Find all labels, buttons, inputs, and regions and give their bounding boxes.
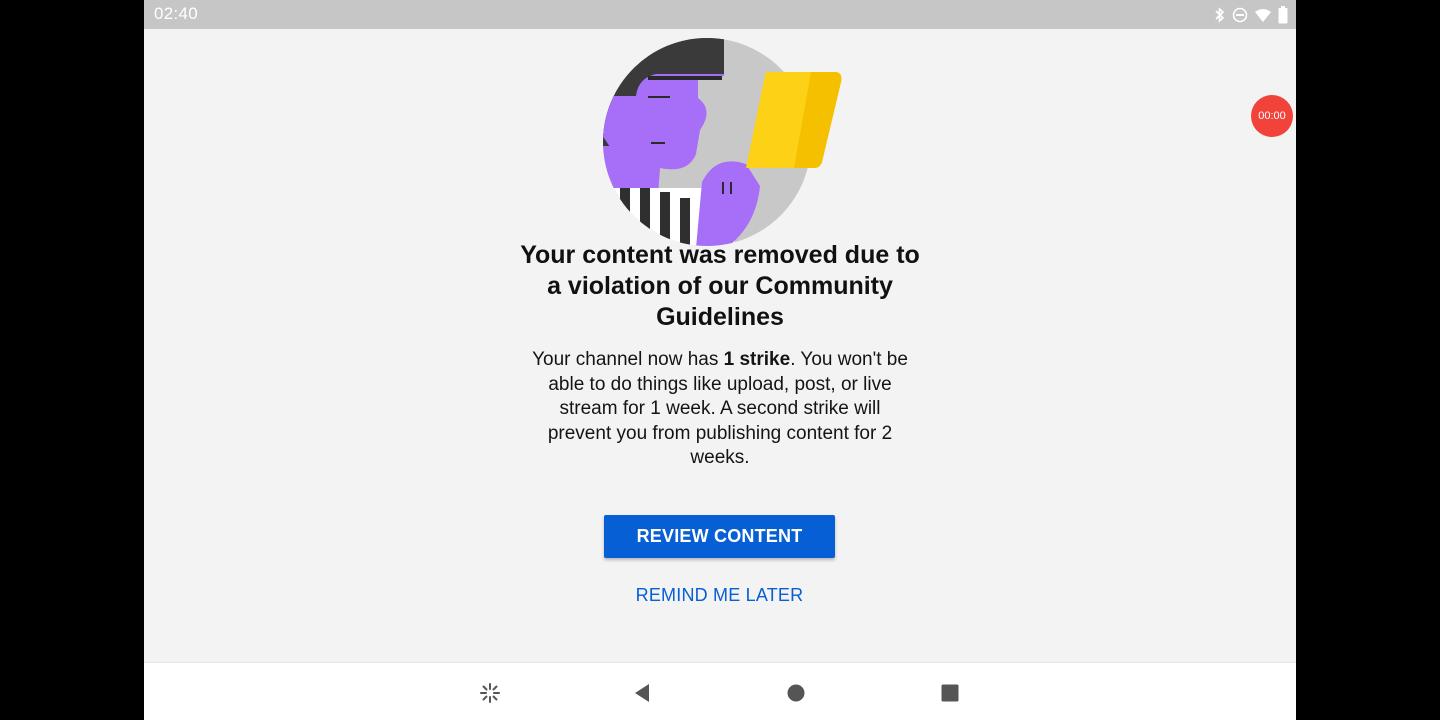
- bluetooth-icon: [1214, 7, 1226, 23]
- home-icon[interactable]: [782, 679, 810, 707]
- review-content-button[interactable]: REVIEW CONTENT: [604, 515, 835, 558]
- wifi-icon: [1254, 7, 1272, 23]
- status-time: 02:40: [154, 4, 199, 23]
- strike-count: 1 strike: [723, 349, 791, 370]
- dialog-title: Your content was removed due to a violat…: [520, 241, 920, 331]
- back-icon[interactable]: [628, 679, 656, 707]
- battery-icon: [1278, 6, 1288, 24]
- remind-me-later-button[interactable]: REMIND ME LATER: [604, 577, 835, 613]
- assistant-icon[interactable]: [476, 679, 504, 707]
- status-icons: [1214, 6, 1288, 24]
- dialog-body: Your channel now has 1 strike. You won't…: [530, 348, 910, 471]
- recording-timer-badge[interactable]: 00:00: [1251, 95, 1293, 137]
- status-bar: 02:40: [144, 0, 1296, 29]
- device-screen: 02:40 Your content was removed due to a …: [144, 0, 1296, 720]
- strike-illustration: [596, 36, 846, 248]
- do-not-disturb-icon: [1232, 7, 1248, 23]
- body-text-prefix: Your channel now has: [532, 349, 724, 370]
- navigation-bar: [144, 662, 1296, 720]
- recents-icon[interactable]: [936, 679, 964, 707]
